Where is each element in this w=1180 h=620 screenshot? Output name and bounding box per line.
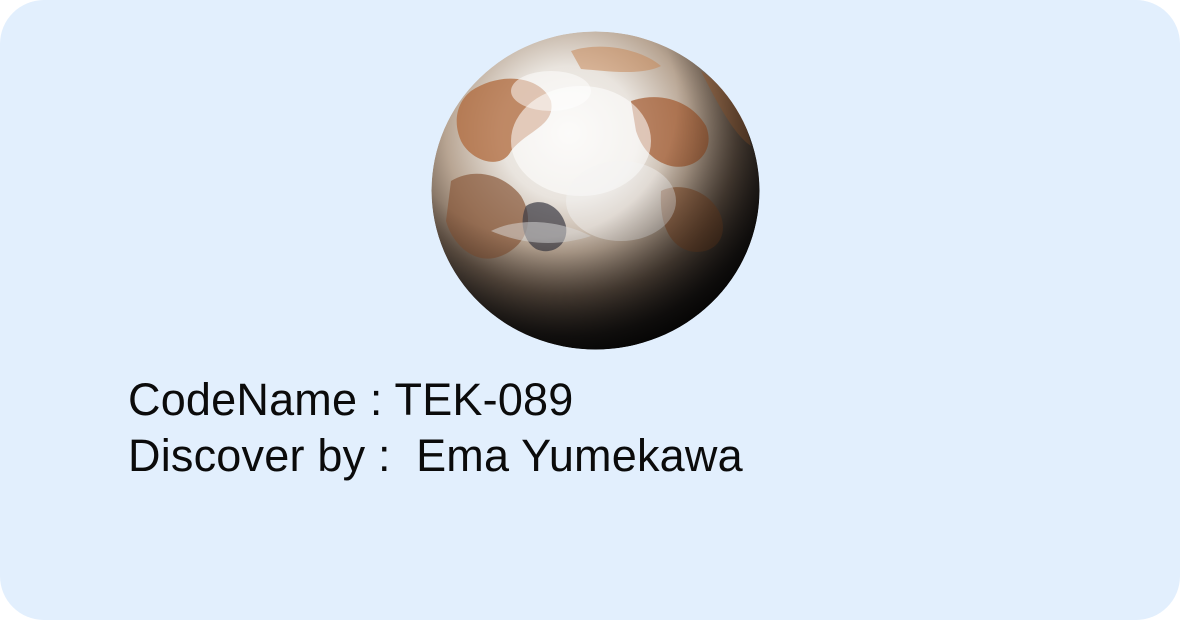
planet-card[interactable]: CodeName : TEK-089 Discover by : Ema Yum…: [0, 0, 1180, 620]
codename-value: TEK-089: [394, 374, 574, 425]
discoverer-label: Discover by :: [128, 430, 417, 481]
codename-label: CodeName :: [128, 374, 395, 425]
planet-image: [431, 31, 760, 350]
discoverer-row: Discover by : Ema Yumekawa: [128, 428, 743, 484]
discoverer-value: Ema Yumekawa: [416, 430, 743, 481]
planet-info: CodeName : TEK-089 Discover by : Ema Yum…: [128, 372, 743, 484]
codename-row: CodeName : TEK-089: [128, 372, 743, 428]
